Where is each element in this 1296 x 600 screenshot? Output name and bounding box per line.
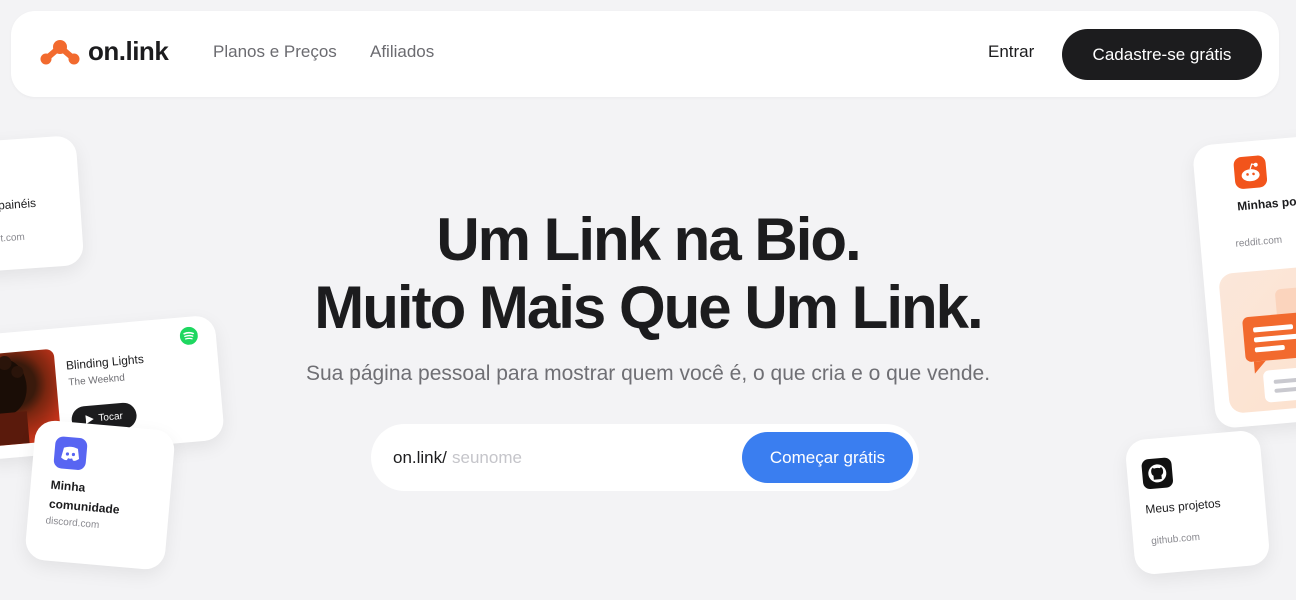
- top-navbar: on.link Planos e Preços Afiliados Entrar…: [11, 11, 1279, 97]
- card-title: Minhas po: [1236, 194, 1296, 214]
- song-title: Blinding Lights: [65, 351, 145, 373]
- username-input[interactable]: [452, 442, 712, 474]
- play-icon: [85, 414, 94, 424]
- chat-illustration-image: [1218, 263, 1296, 414]
- card-title: Meus projetos: [1144, 496, 1222, 517]
- spotify-icon: [179, 326, 199, 350]
- nav-link-affiliates[interactable]: Afiliados: [370, 42, 434, 62]
- link-card-panels: painéis t.com: [0, 134, 85, 274]
- reddit-icon: [1233, 154, 1268, 190]
- card-domain: t.com: [0, 231, 26, 245]
- github-card: Meus projetos github.com: [1124, 429, 1271, 576]
- card-domain: github.com: [1150, 531, 1201, 548]
- card-title: Minha comunidade: [48, 477, 121, 517]
- play-label: Tocar: [97, 410, 124, 424]
- url-prefix: on.link/: [393, 448, 447, 467]
- song-artist: The Weeknd: [68, 372, 126, 389]
- brand-logo[interactable]: on.link: [40, 36, 169, 67]
- hero-headline-line-1: Um Link na Bio.: [436, 206, 861, 273]
- github-icon: [1141, 457, 1174, 490]
- username-claim-form: on.link/ Começar grátis: [371, 424, 919, 491]
- on-link-logo-icon: [40, 39, 80, 64]
- card-domain: discord.com: [45, 515, 100, 532]
- nav-link-pricing[interactable]: Planos e Preços: [213, 42, 337, 62]
- start-free-button[interactable]: Começar grátis: [742, 432, 913, 483]
- card-domain: reddit.com: [1235, 234, 1283, 250]
- brand-name: on.link: [88, 36, 169, 66]
- discord-icon: [53, 435, 88, 471]
- login-link[interactable]: Entrar: [988, 42, 1034, 62]
- discord-card: Minha comunidade discord.com: [24, 419, 176, 571]
- card-title: painéis: [0, 195, 37, 213]
- signup-button[interactable]: Cadastre-se grátis: [1062, 29, 1262, 80]
